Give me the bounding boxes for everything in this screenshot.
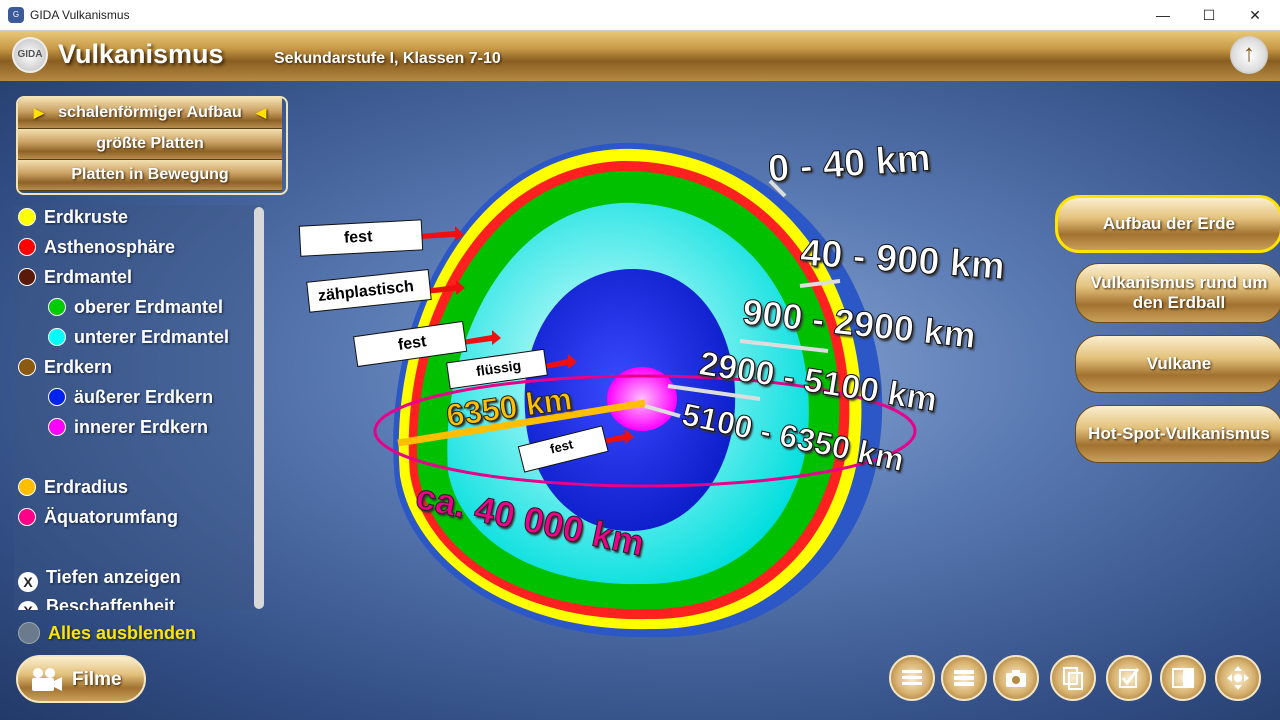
triangle-right-icon: ▶ bbox=[33, 105, 44, 120]
app-subtitle: Sekundarstufe I, Klassen 7-10 bbox=[274, 50, 501, 67]
toggle-show-depths[interactable]: X Tiefen anzeigen bbox=[18, 567, 181, 592]
color-dot bbox=[48, 418, 66, 436]
hide-all-toggle[interactable]: Alles ausblenden bbox=[18, 622, 196, 644]
toggle-show-properties[interactable]: XBeschaffenheit bbox=[18, 596, 175, 610]
legend-item-mantle[interactable]: Erdmantel bbox=[18, 267, 132, 291]
navigate-button[interactable] bbox=[1215, 655, 1261, 701]
legend-item-crust[interactable]: Erdkruste bbox=[18, 207, 128, 231]
camera-icon bbox=[1005, 666, 1027, 690]
minimize-button[interactable]: — bbox=[1140, 0, 1186, 30]
menu-item-largest-plates[interactable]: größte Platten bbox=[18, 129, 282, 160]
color-dot bbox=[48, 328, 66, 346]
window-titlebar: G GIDA Vulkanismus — ☐ ✕ bbox=[0, 0, 1280, 31]
copy-button[interactable] bbox=[1050, 655, 1096, 701]
nav-hotspot-volcanism-button[interactable]: Hot-Spot-Vulkanismus bbox=[1075, 405, 1280, 463]
copy-icon bbox=[1062, 666, 1084, 690]
app-icon: G bbox=[8, 7, 24, 23]
maximize-button[interactable]: ☐ bbox=[1186, 0, 1232, 30]
triangle-left-icon: ◀ bbox=[256, 105, 267, 120]
window-title: GIDA Vulkanismus bbox=[30, 8, 130, 22]
menu-button[interactable] bbox=[889, 655, 935, 701]
app-header: GIDA Vulkanismus Sekundarstufe I, Klasse… bbox=[0, 31, 1280, 81]
main-area: fest zähplastisch fest flüssig fest 0 - … bbox=[0, 81, 1280, 720]
legend-item-inner-core[interactable]: innerer Erdkern bbox=[48, 417, 208, 441]
color-dot bbox=[18, 478, 36, 496]
legend-panel: Erdkruste Asthenosphäre Erdmantel oberer… bbox=[14, 205, 264, 610]
x-checkbox-icon: X bbox=[18, 601, 38, 610]
state-label-crust: fest bbox=[343, 228, 373, 247]
menu-item-layered-structure[interactable]: ▶ schalenförmiger Aufbau ◀ bbox=[18, 98, 282, 129]
color-dot bbox=[18, 208, 36, 226]
film-camera-icon bbox=[30, 667, 64, 693]
menu-item-plates-in-motion[interactable]: Platten in Bewegung bbox=[18, 160, 282, 191]
menu-icon bbox=[901, 666, 923, 690]
topic-menu: ▶ schalenförmiger Aufbau ◀ größte Platte… bbox=[16, 96, 288, 195]
legend-item-upper-mantle[interactable]: oberer Erdmantel bbox=[48, 297, 223, 321]
app-title: Vulkanismus bbox=[58, 39, 224, 69]
up-arrow-button[interactable]: ↑ bbox=[1230, 36, 1268, 74]
color-dot bbox=[48, 298, 66, 316]
legend-item-core[interactable]: Erdkern bbox=[18, 357, 112, 381]
films-button[interactable]: Filme bbox=[16, 655, 146, 703]
legend-item-asthenosphere[interactable]: Asthenosphäre bbox=[18, 237, 175, 261]
color-dot bbox=[18, 238, 36, 256]
color-dot bbox=[18, 268, 36, 286]
color-dot bbox=[18, 508, 36, 526]
legend-scrollbar[interactable] bbox=[254, 207, 264, 609]
legend-item-equator[interactable]: Äquatorumfang bbox=[18, 507, 178, 531]
navigate-icon bbox=[1227, 666, 1249, 690]
camera-button[interactable] bbox=[993, 655, 1039, 701]
gida-logo: GIDA bbox=[12, 37, 48, 73]
legend-item-outer-core[interactable]: äußerer Erdkern bbox=[48, 387, 213, 411]
color-dot bbox=[48, 388, 66, 406]
x-checkbox-icon: X bbox=[18, 572, 38, 592]
nav-earth-structure-button[interactable]: Aufbau der Erde bbox=[1055, 195, 1280, 253]
color-dot bbox=[18, 358, 36, 376]
checklist-button[interactable] bbox=[1106, 655, 1152, 701]
list-icon bbox=[953, 666, 975, 690]
toggle-dot-icon bbox=[18, 622, 40, 644]
layout-icon bbox=[1172, 666, 1194, 690]
nav-volcanism-worldwide-button[interactable]: Vulkanismus rund um den Erdball bbox=[1075, 263, 1280, 323]
legend-item-radius[interactable]: Erdradius bbox=[18, 477, 128, 501]
close-button[interactable]: ✕ bbox=[1232, 0, 1278, 30]
checklist-icon bbox=[1118, 666, 1140, 690]
legend-item-lower-mantle[interactable]: unterer Erdmantel bbox=[48, 327, 229, 351]
layout-button[interactable] bbox=[1160, 655, 1206, 701]
list-button[interactable] bbox=[941, 655, 987, 701]
nav-volcanoes-button[interactable]: Vulkane bbox=[1075, 335, 1280, 393]
